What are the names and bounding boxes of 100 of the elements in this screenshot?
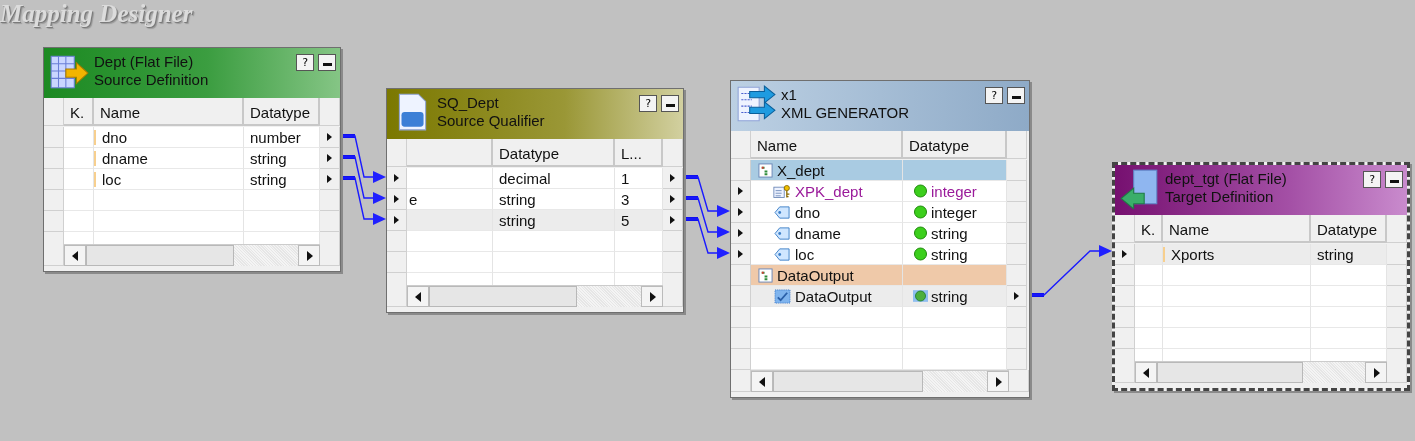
scroll-right-button[interactable] xyxy=(1365,362,1387,383)
port-arrow-icon[interactable] xyxy=(394,216,399,224)
port-arrow-icon[interactable] xyxy=(670,174,675,182)
row-selector[interactable] xyxy=(320,169,340,190)
status-dot-icon xyxy=(913,205,928,219)
minimize-button[interactable] xyxy=(1007,87,1025,104)
port-arrow-icon[interactable] xyxy=(327,154,332,162)
transformation-panel[interactable]: SQ_Dept Source Qualifier ? Datatype L... decimal 1 e string 3 string 5 xyxy=(386,88,684,313)
port-arrow-icon[interactable] xyxy=(738,187,743,195)
row-selector[interactable] xyxy=(320,127,340,148)
scroll-corner xyxy=(663,285,683,307)
transformation-panel[interactable]: Dept (Flat File) Source Definition ? K. Name Datatype dno number dname string loc string xyxy=(43,47,341,272)
transformation-panel[interactable]: dept_tgt (Flat File) Target Definition ? K. Name Datatype Xports string xyxy=(1112,162,1410,391)
table-row[interactable]: e string 3 xyxy=(407,189,663,210)
table-row[interactable]: DataOutput string xyxy=(751,286,1007,307)
table-row[interactable]: XPK_dept integer xyxy=(751,181,1007,202)
scroll-thumb[interactable] xyxy=(86,245,235,266)
cell-text: DataOutput xyxy=(795,287,872,305)
panel-title: x1 xyxy=(781,86,798,104)
cell-text: string xyxy=(1317,245,1354,263)
scroll-left-button[interactable] xyxy=(407,286,429,307)
help-button[interactable]: ? xyxy=(985,87,1003,104)
cell-text: 3 xyxy=(621,190,630,208)
cell-text: string xyxy=(499,190,536,208)
panel-subtitle: XML GENERATOR xyxy=(781,104,911,122)
scroll-corner xyxy=(731,370,751,392)
port-arrow-icon[interactable] xyxy=(1014,292,1019,300)
minimize-button[interactable] xyxy=(661,95,679,112)
cell-text: string xyxy=(931,287,968,305)
port-arrow-icon[interactable] xyxy=(738,229,743,237)
row-selector[interactable] xyxy=(731,244,751,265)
port-arrow-icon[interactable] xyxy=(738,208,743,216)
key-marker xyxy=(94,130,96,145)
scroll-left-button[interactable] xyxy=(1135,362,1157,383)
row-selector[interactable] xyxy=(731,223,751,244)
row-selector[interactable] xyxy=(387,189,407,210)
panel-subtitle: Source Qualifier xyxy=(437,112,546,130)
key-marker xyxy=(1163,247,1165,262)
scroll-thumb[interactable] xyxy=(773,371,923,392)
row-selector[interactable] xyxy=(663,189,683,210)
horizontal-scrollbar[interactable] xyxy=(407,285,663,307)
table-row[interactable]: dname string xyxy=(751,223,1007,244)
help-button[interactable]: ? xyxy=(296,54,314,71)
tree-icon xyxy=(757,267,774,283)
row-selector xyxy=(320,98,340,126)
tag-icon xyxy=(773,204,792,220)
row-selector[interactable] xyxy=(663,210,683,231)
port-arrow-icon[interactable] xyxy=(670,195,675,203)
scroll-right-button[interactable] xyxy=(298,245,320,266)
port-arrow-icon[interactable] xyxy=(738,250,743,258)
table-row[interactable]: X_dept xyxy=(751,160,1007,181)
table-row[interactable]: dno number xyxy=(64,127,320,148)
horizontal-scrollbar[interactable] xyxy=(751,370,1009,392)
row-selector[interactable] xyxy=(731,181,751,202)
cell-text: decimal xyxy=(499,169,551,187)
scroll-corner xyxy=(1115,361,1135,383)
scroll-right-button[interactable] xyxy=(987,371,1009,392)
status-dot-icon xyxy=(913,184,928,198)
row-selector[interactable] xyxy=(1007,286,1027,307)
row-selector[interactable] xyxy=(387,210,407,231)
row-selector[interactable] xyxy=(320,148,340,169)
scroll-left-button[interactable] xyxy=(64,245,86,266)
panel-title: dept_tgt (Flat File) xyxy=(1165,170,1288,188)
table-row[interactable]: loc string xyxy=(751,244,1007,265)
row-selector[interactable] xyxy=(663,168,683,189)
help-button[interactable]: ? xyxy=(1363,171,1381,188)
cell-text: X_dept xyxy=(777,161,825,179)
table-row[interactable]: decimal 1 xyxy=(407,168,663,189)
scroll-corner xyxy=(44,244,64,266)
checkered-dot-icon xyxy=(913,289,928,303)
table-row[interactable]: string 5 xyxy=(407,210,663,231)
port-arrow-icon[interactable] xyxy=(327,175,332,183)
port-arrow-icon[interactable] xyxy=(327,133,332,141)
table-row[interactable]: dno integer xyxy=(751,202,1007,223)
key-marker xyxy=(94,172,96,187)
table-row[interactable]: Xports string xyxy=(1135,244,1387,265)
minimize-button[interactable] xyxy=(318,54,336,71)
scroll-left-button[interactable] xyxy=(751,371,773,392)
scroll-thumb[interactable] xyxy=(1157,362,1304,383)
scroll-right-button[interactable] xyxy=(641,286,663,307)
row-selector[interactable] xyxy=(731,202,751,223)
table-row[interactable]: loc string xyxy=(64,169,320,190)
row-selector[interactable] xyxy=(1115,244,1135,265)
cell-text: string xyxy=(250,170,287,188)
help-button[interactable]: ? xyxy=(639,95,657,112)
table-row[interactable]: DataOutput xyxy=(751,265,1007,286)
minimize-button[interactable] xyxy=(1385,171,1403,188)
cell-text: 1 xyxy=(621,169,630,187)
horizontal-scrollbar[interactable] xyxy=(64,244,320,266)
scroll-thumb[interactable] xyxy=(429,286,578,307)
port-arrow-icon[interactable] xyxy=(394,174,399,182)
row-selector[interactable] xyxy=(387,168,407,189)
horizontal-scrollbar[interactable] xyxy=(1135,361,1387,383)
transformation-panel[interactable]: x1 XML GENERATOR ? Name Datatype X_dept XPK_dept integer dno integer dname string loc string DataOutput DataOutput string xyxy=(730,80,1030,398)
row-selector xyxy=(1007,131,1027,159)
port-arrow-icon[interactable] xyxy=(394,195,399,203)
port-arrow-icon[interactable] xyxy=(1122,250,1127,258)
table-row[interactable]: dname string xyxy=(64,148,320,169)
scroll-corner xyxy=(387,285,407,307)
port-arrow-icon[interactable] xyxy=(670,216,675,224)
